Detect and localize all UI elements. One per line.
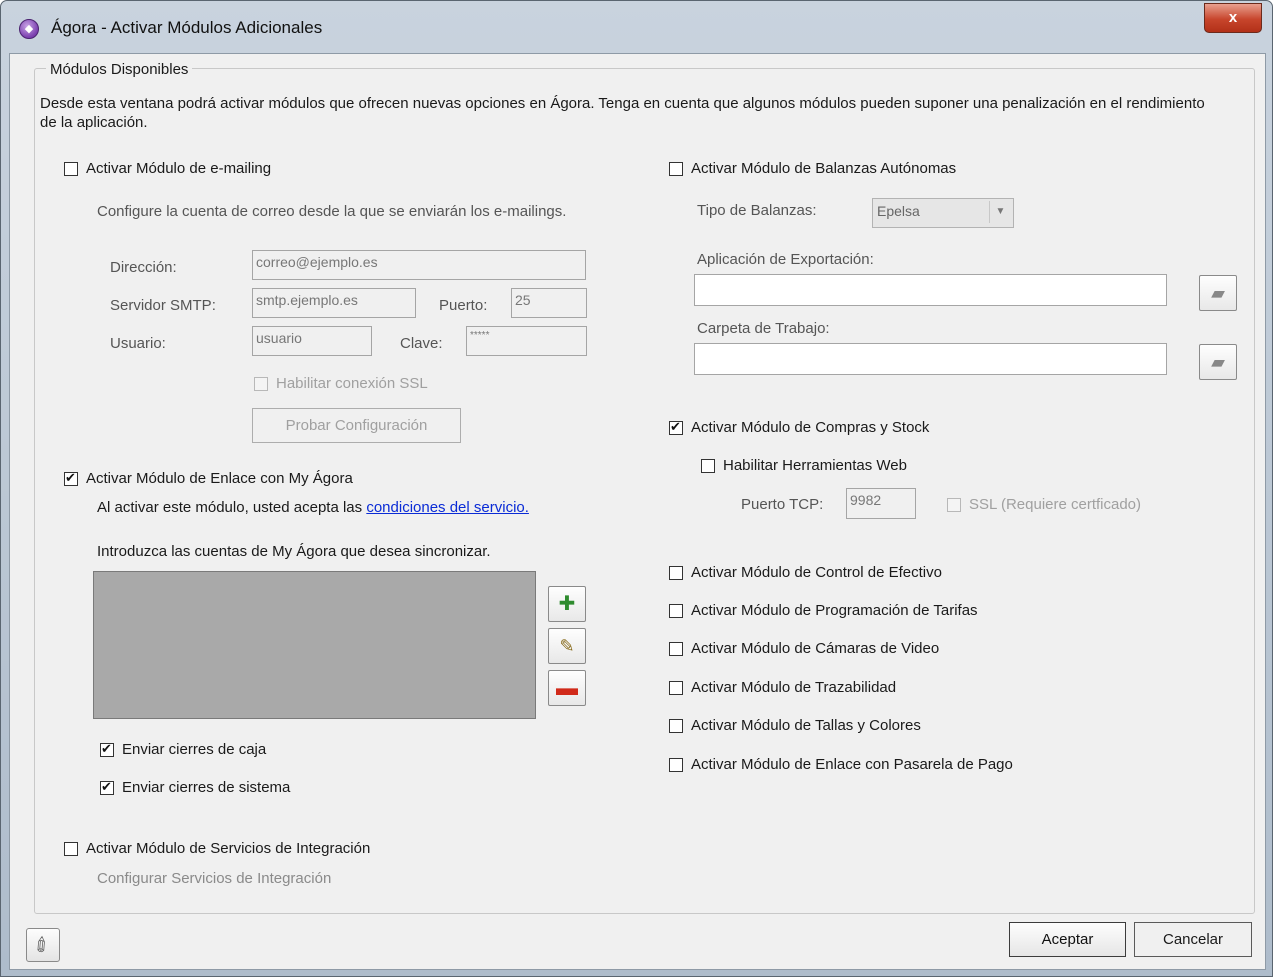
integration-checkbox-label: Activar Módulo de Servicios de Integraci… bbox=[86, 840, 371, 857]
ssl-checkbox-box[interactable] bbox=[254, 376, 268, 391]
scales-type-label: Tipo de Balanzas: bbox=[697, 202, 817, 219]
export-app-field[interactable] bbox=[694, 274, 1167, 306]
window-title: Ágora - Activar Módulos Adicionales bbox=[51, 18, 323, 37]
ssl-checkbox-label: Habilitar conexión SSL bbox=[276, 375, 428, 392]
web-tools-checkbox-label: Habilitar Herramientas Web bbox=[723, 457, 907, 474]
user-label: Usuario: bbox=[110, 335, 166, 352]
app-logo-icon: ◆ bbox=[19, 19, 39, 39]
myagora-accounts-list[interactable] bbox=[93, 571, 536, 719]
send-cash-close-box[interactable] bbox=[100, 741, 114, 757]
ssl-checkbox[interactable]: Habilitar conexión SSL bbox=[254, 375, 428, 392]
myagora-accept-line: Al activar este módulo, usted acepta las… bbox=[97, 499, 529, 516]
tag-icon: ✐ bbox=[29, 932, 57, 960]
port-field[interactable]: 25 bbox=[511, 288, 587, 318]
cash-control-checkbox-label: Activar Módulo de Control de Efectivo bbox=[691, 564, 942, 581]
video-cameras-module-checkbox[interactable]: Activar Módulo de Cámaras de Video bbox=[669, 640, 939, 657]
purchases-checkbox-label: Activar Módulo de Compras y Stock bbox=[691, 419, 930, 436]
payment-gateway-checkbox-label: Activar Módulo de Enlace con Pasarela de… bbox=[691, 756, 1013, 773]
cancel-button[interactable]: Cancelar bbox=[1134, 922, 1252, 957]
send-cash-close-label: Enviar cierres de caja bbox=[122, 741, 267, 758]
emailing-config-text: Configure la cuenta de correo desde la q… bbox=[97, 203, 567, 220]
configure-integration-link[interactable]: Configurar Servicios de Integración bbox=[97, 870, 331, 887]
tariff-scheduling-module-checkbox[interactable]: Activar Módulo de Programación de Tarifa… bbox=[669, 602, 978, 619]
browse-workdir-button[interactable]: ▰ bbox=[1199, 344, 1237, 380]
purchases-checkbox-box[interactable] bbox=[669, 419, 683, 435]
send-system-close-label: Enviar cierres de sistema bbox=[122, 779, 291, 796]
test-config-button[interactable]: Probar Configuración bbox=[252, 408, 461, 443]
send-system-close-box[interactable] bbox=[100, 779, 114, 795]
password-field[interactable]: ***** bbox=[466, 326, 587, 356]
tariff-scheduling-checkbox-label: Activar Módulo de Programación de Tarifa… bbox=[691, 602, 978, 619]
modules-group-legend: Módulos Disponibles bbox=[46, 61, 193, 78]
close-button[interactable]: x bbox=[1204, 3, 1262, 33]
address-label: Dirección: bbox=[110, 259, 177, 276]
traceability-checkbox-box[interactable] bbox=[669, 680, 683, 695]
password-label: Clave: bbox=[400, 335, 443, 352]
scales-module-checkbox[interactable]: Activar Módulo de Balanzas Autónomas bbox=[669, 160, 956, 177]
web-ssl-checkbox-label: SSL (Requiere certficado) bbox=[969, 496, 1142, 513]
cash-control-checkbox-box[interactable] bbox=[669, 565, 683, 580]
edit-account-button[interactable]: ✎ bbox=[548, 628, 586, 664]
scales-checkbox-box[interactable] bbox=[669, 161, 683, 176]
service-conditions-link[interactable]: condiciones del servicio. bbox=[366, 499, 529, 516]
tcp-port-field[interactable]: 9982 bbox=[846, 488, 916, 519]
user-field[interactable]: usuario bbox=[252, 326, 372, 356]
remove-account-button[interactable]: ▬ bbox=[548, 670, 586, 706]
address-field[interactable]: correo@ejemplo.es bbox=[252, 250, 586, 280]
modules-description: Desde esta ventana podrá activar módulos… bbox=[40, 95, 1205, 131]
workdir-label: Carpeta de Trabajo: bbox=[697, 320, 830, 337]
tariff-scheduling-checkbox-box[interactable] bbox=[669, 603, 683, 618]
chevron-down-icon: ▼ bbox=[989, 201, 1011, 223]
scales-checkbox-label: Activar Módulo de Balanzas Autónomas bbox=[691, 160, 957, 177]
emailing-checkbox-label: Activar Módulo de e-mailing bbox=[86, 160, 272, 177]
payment-gateway-checkbox-box[interactable] bbox=[669, 757, 683, 772]
export-app-label: Aplicación de Exportación: bbox=[697, 251, 874, 268]
myagora-checkbox-label: Activar Módulo de Enlace con My Ágora bbox=[86, 470, 353, 487]
traceability-checkbox-label: Activar Módulo de Trazabilidad bbox=[691, 679, 897, 696]
integration-checkbox-box[interactable] bbox=[64, 841, 78, 856]
accept-button[interactable]: Aceptar bbox=[1009, 922, 1126, 957]
scales-type-value: Epelsa bbox=[877, 203, 920, 219]
video-cameras-checkbox-label: Activar Módulo de Cámaras de Video bbox=[691, 640, 940, 657]
minus-icon: ▬ bbox=[556, 675, 578, 700]
edit-pencil-icon: ✎ bbox=[559, 636, 575, 656]
send-system-close-checkbox[interactable]: Enviar cierres de sistema bbox=[100, 779, 290, 796]
browse-export-app-button[interactable]: ▰ bbox=[1199, 275, 1237, 311]
myagora-checkbox-box[interactable] bbox=[64, 470, 78, 486]
emailing-module-checkbox[interactable]: Activar Módulo de e-mailing bbox=[64, 160, 271, 177]
send-cash-close-checkbox[interactable]: Enviar cierres de caja bbox=[100, 741, 266, 758]
tcp-port-label: Puerto TCP: bbox=[741, 496, 824, 513]
video-cameras-checkbox-box[interactable] bbox=[669, 641, 683, 656]
purchases-module-checkbox[interactable]: Activar Módulo de Compras y Stock bbox=[669, 419, 929, 436]
myagora-accept-text: Al activar este módulo, usted acepta las bbox=[97, 499, 363, 516]
sizes-colors-module-checkbox[interactable]: Activar Módulo de Tallas y Colores bbox=[669, 717, 921, 734]
web-tools-checkbox-box[interactable] bbox=[701, 458, 715, 473]
integration-module-checkbox[interactable]: Activar Módulo de Servicios de Integraci… bbox=[64, 840, 370, 857]
traceability-module-checkbox[interactable]: Activar Módulo de Trazabilidad bbox=[669, 679, 896, 696]
smtp-field[interactable]: smtp.ejemplo.es bbox=[252, 288, 416, 318]
scales-type-select[interactable]: Epelsa ▼ bbox=[872, 198, 1014, 228]
folder-icon: ▰ bbox=[1211, 352, 1225, 372]
web-ssl-checkbox-box[interactable] bbox=[947, 497, 961, 512]
web-tools-checkbox[interactable]: Habilitar Herramientas Web bbox=[701, 457, 907, 474]
myagora-accounts-text: Introduzca las cuentas de My Ágora que d… bbox=[97, 543, 491, 560]
dialog-body: Módulos Disponibles Desde esta ventana p… bbox=[9, 53, 1266, 970]
payment-gateway-module-checkbox[interactable]: Activar Módulo de Enlace con Pasarela de… bbox=[669, 756, 1013, 773]
add-account-button[interactable]: ✚ bbox=[548, 586, 586, 622]
folder-icon: ▰ bbox=[1211, 283, 1225, 303]
title-bar[interactable]: ◆ Ágora - Activar Módulos Adicionales x bbox=[1, 1, 1272, 59]
dialog-window: ◆ Ágora - Activar Módulos Adicionales x … bbox=[0, 0, 1273, 977]
help-tag-button[interactable]: ✐ bbox=[26, 928, 60, 962]
workdir-field[interactable] bbox=[694, 343, 1167, 375]
web-ssl-checkbox[interactable]: SSL (Requiere certficado) bbox=[947, 496, 1141, 513]
sizes-colors-checkbox-box[interactable] bbox=[669, 718, 683, 733]
myagora-module-checkbox[interactable]: Activar Módulo de Enlace con My Ágora bbox=[64, 470, 353, 487]
port-label: Puerto: bbox=[439, 297, 488, 314]
plus-icon: ✚ bbox=[558, 593, 576, 615]
emailing-checkbox-box[interactable] bbox=[64, 161, 78, 176]
smtp-label: Servidor SMTP: bbox=[110, 297, 216, 314]
cash-control-module-checkbox[interactable]: Activar Módulo de Control de Efectivo bbox=[669, 564, 942, 581]
sizes-colors-checkbox-label: Activar Módulo de Tallas y Colores bbox=[691, 717, 921, 734]
